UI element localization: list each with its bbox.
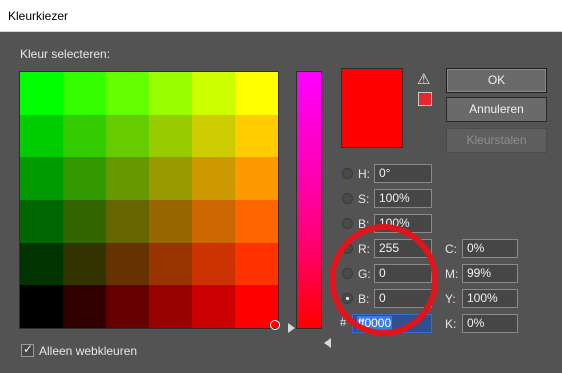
out-of-web-gamut-warning-icon[interactable]: ⚠ — [417, 72, 430, 87]
slider-right-handle-icon[interactable] — [324, 338, 331, 348]
color-field-cell[interactable] — [20, 72, 63, 115]
saturation-label: S: — [358, 192, 370, 206]
color-field-cell[interactable] — [192, 285, 235, 328]
yellow-label: Y: — [445, 292, 456, 306]
magenta-label: M: — [445, 267, 459, 281]
color-field-cell[interactable] — [235, 242, 278, 286]
color-field-cell[interactable] — [106, 72, 149, 115]
color-field-marker[interactable] — [270, 320, 280, 330]
color-field-cell[interactable] — [106, 285, 149, 328]
web-colors-checkbox[interactable]: ✓ — [21, 342, 34, 357]
color-field-cell[interactable] — [192, 114, 235, 158]
color-field-cell[interactable] — [235, 200, 278, 243]
web-safe-color-swatch[interactable] — [418, 92, 432, 106]
color-field-cell[interactable] — [106, 157, 149, 200]
color-field-cell[interactable] — [63, 114, 106, 158]
checkmark-icon: ✓ — [23, 342, 34, 356]
color-field-cell[interactable] — [192, 200, 235, 243]
color-field-cell[interactable] — [235, 157, 278, 200]
color-field-cell[interactable] — [149, 285, 192, 328]
color-field-cell[interactable] — [192, 242, 235, 286]
color-field-cell[interactable] — [63, 285, 106, 328]
radio-hue[interactable] — [342, 168, 353, 179]
color-slider[interactable] — [296, 71, 322, 329]
web-colors-label: Alleen webkleuren — [39, 344, 138, 358]
select-color-label: Kleur selecteren: — [20, 47, 111, 61]
color-swatches-button[interactable]: Kleurstalen — [446, 128, 547, 153]
title-bar: Kleurkiezer — [0, 0, 562, 32]
saturation-field[interactable]: 100% — [374, 189, 432, 208]
slider-left-handle-icon[interactable] — [288, 323, 295, 333]
color-field-cell[interactable] — [63, 157, 106, 200]
cancel-button[interactable]: Annuleren — [446, 97, 547, 122]
black-field[interactable]: 0% — [462, 314, 518, 333]
hue-label: H: — [358, 167, 370, 181]
color-field-cell[interactable] — [20, 285, 63, 328]
radio-saturation[interactable] — [342, 193, 353, 204]
color-field-grid[interactable] — [20, 72, 278, 328]
color-field-cell[interactable] — [192, 72, 235, 115]
black-label: K: — [445, 317, 457, 331]
color-field-cell[interactable] — [20, 242, 63, 286]
current-color-swatch — [341, 68, 403, 148]
ok-button[interactable]: OK — [446, 68, 547, 93]
color-field-cell[interactable] — [106, 114, 149, 158]
color-field[interactable] — [19, 71, 279, 329]
color-field-cell[interactable] — [63, 242, 106, 286]
color-field-cell[interactable] — [149, 200, 192, 243]
magenta-field[interactable]: 99% — [462, 264, 518, 283]
color-field-cell[interactable] — [149, 242, 192, 286]
color-field-cell[interactable] — [235, 72, 278, 115]
annotation-circle — [329, 224, 438, 336]
color-field-cell[interactable] — [20, 157, 63, 200]
color-field-cell[interactable] — [63, 200, 106, 243]
color-field-cell[interactable] — [235, 114, 278, 158]
hue-field[interactable]: 0° — [374, 164, 432, 183]
cyan-field[interactable]: 0% — [462, 239, 518, 258]
color-field-cell[interactable] — [149, 157, 192, 200]
color-field-cell[interactable] — [106, 200, 149, 243]
color-field-cell[interactable] — [106, 242, 149, 286]
color-field-cell[interactable] — [149, 114, 192, 158]
yellow-field[interactable]: 100% — [462, 289, 518, 308]
color-field-cell[interactable] — [20, 114, 63, 158]
color-field-cell[interactable] — [20, 200, 63, 243]
cyan-label: C: — [445, 242, 457, 256]
window-title: Kleurkiezer — [8, 9, 69, 23]
color-field-cell[interactable] — [192, 157, 235, 200]
radio-brightness[interactable] — [342, 218, 353, 229]
color-field-cell[interactable] — [63, 72, 106, 115]
color-field-cell[interactable] — [149, 72, 192, 115]
